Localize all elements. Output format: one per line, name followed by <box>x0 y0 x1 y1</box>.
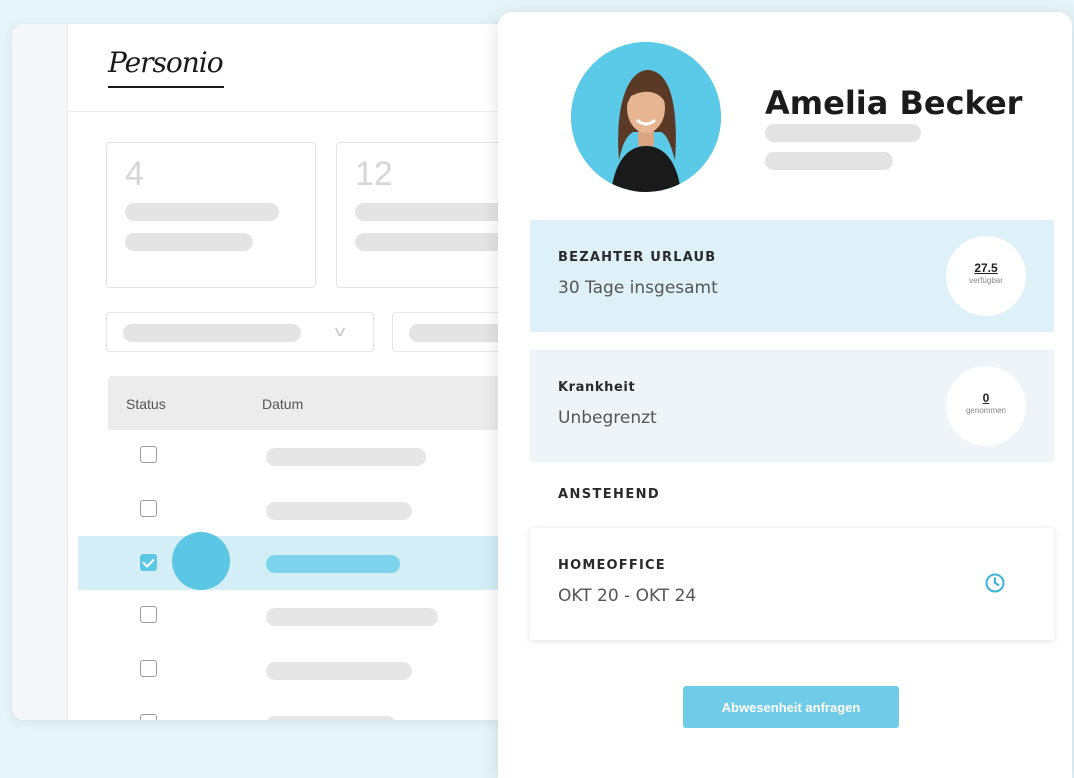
filter-dropdown[interactable]: ∨ <box>106 312 374 352</box>
placeholder-line <box>355 233 515 251</box>
stat-card-1[interactable]: 4 <box>106 142 316 288</box>
upcoming-dates: OKT 20 - OKT 24 <box>558 586 697 606</box>
personio-logo: Personio <box>108 46 224 79</box>
placeholder-line <box>266 716 396 720</box>
absence-card-paid-leave[interactable]: BEZAHTER URLAUB 30 Tage insgesamt 27.5 v… <box>530 220 1054 332</box>
placeholder-line <box>266 448 426 466</box>
logo-underline <box>108 86 224 88</box>
row-checkbox[interactable] <box>140 714 157 720</box>
row-checkbox-checked[interactable] <box>140 554 157 571</box>
stat-value: 4 <box>125 155 144 193</box>
placeholder-line <box>125 203 279 221</box>
placeholder-line <box>123 324 301 342</box>
cursor-indicator <box>172 532 230 590</box>
request-absence-button[interactable]: Abwesenheit anfragen <box>683 686 899 728</box>
balance-count: 0 <box>982 391 990 405</box>
column-header-status: Status <box>126 396 166 412</box>
balance-label: genommen <box>965 406 1007 415</box>
placeholder-line <box>355 203 515 221</box>
table-row[interactable] <box>78 430 520 484</box>
clock-icon <box>985 573 1005 593</box>
table-row[interactable] <box>78 644 520 698</box>
placeholder-line <box>765 152 893 170</box>
placeholder-line <box>266 662 412 680</box>
dashboard-window: Personio 4 12 ∨ Status Datum A <box>12 24 520 720</box>
absence-title: BEZAHTER URLAUB <box>558 250 717 265</box>
balance-bubble: 27.5 verfügbar <box>946 236 1026 316</box>
chevron-down-icon: ∨ <box>331 323 349 339</box>
balance-label: verfügbar <box>969 276 1003 285</box>
row-checkbox[interactable] <box>140 500 157 517</box>
placeholder-line <box>266 555 400 573</box>
table-row[interactable] <box>78 484 520 538</box>
row-checkbox[interactable] <box>140 446 157 463</box>
employee-name: Amelia Becker <box>765 84 1023 122</box>
absence-subtitle: Unbegrenzt <box>558 408 657 428</box>
placeholder-line <box>266 608 438 626</box>
dashboard-header: Personio <box>68 24 520 112</box>
absence-title: Krankheit <box>558 380 636 395</box>
column-header-datum: Datum <box>262 396 304 412</box>
upcoming-section-label: ANSTEHEND <box>558 487 661 502</box>
table-row[interactable] <box>78 698 520 720</box>
stat-card-2[interactable]: 12 <box>336 142 520 288</box>
table-row[interactable] <box>78 590 520 644</box>
balance-bubble: 0 genommen <box>946 366 1026 446</box>
placeholder-line <box>266 502 412 520</box>
upcoming-title: HOMEOFFICE <box>558 558 666 573</box>
profile-panel: Amelia Becker BEZAHTER URLAUB 30 Tage in… <box>498 12 1072 778</box>
table-header: Status Datum A <box>108 376 520 430</box>
table-row-selected[interactable] <box>78 536 520 590</box>
avatar-illustration <box>571 42 721 192</box>
absence-subtitle: 30 Tage insgesamt <box>558 278 718 298</box>
absence-card-sickness[interactable]: Krankheit Unbegrenzt 0 genommen <box>530 350 1054 462</box>
row-checkbox[interactable] <box>140 660 157 677</box>
upcoming-card-homeoffice[interactable]: HOMEOFFICE OKT 20 - OKT 24 <box>530 528 1054 640</box>
stat-value: 12 <box>355 155 393 193</box>
balance-count: 27.5 <box>974 261 998 275</box>
sidebar-rail <box>12 24 68 720</box>
avatar <box>571 42 721 192</box>
placeholder-line <box>765 124 921 142</box>
placeholder-line <box>125 233 253 251</box>
row-checkbox[interactable] <box>140 606 157 623</box>
